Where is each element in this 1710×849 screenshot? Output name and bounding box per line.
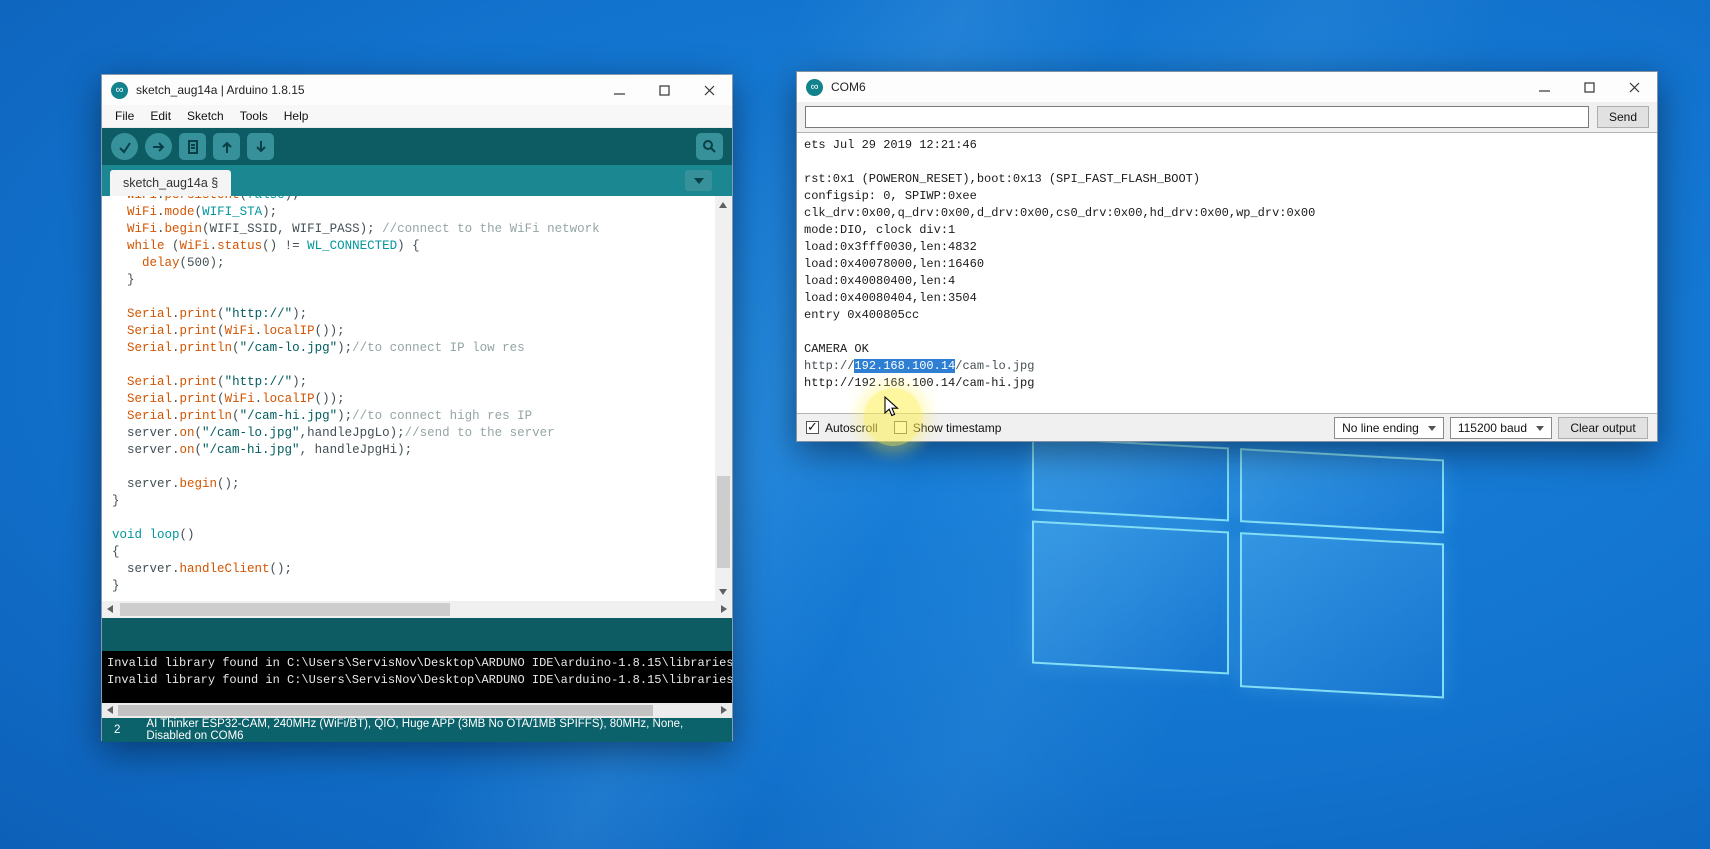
verify-button[interactable] [111,133,138,160]
menu-tools[interactable]: Tools [232,109,276,123]
arduino-window-title: sketch_aug14a | Arduino 1.8.15 [136,83,305,97]
serial-output[interactable]: ets Jul 29 2019 12:21:46 rst:0x1 (POWERO… [797,132,1657,414]
chevron-down-icon [694,178,704,184]
arduino-ide-window: ∞ sketch_aug14a | Arduino 1.8.15 File Ed… [101,74,733,741]
new-document-icon [186,140,200,154]
tab-menu-button[interactable] [685,170,712,191]
close-icon [1629,82,1640,93]
serial-monitor-magnifier-icon [702,139,717,154]
menu-file[interactable]: File [107,109,142,123]
console-header-band [102,618,732,651]
baud-rate-select[interactable]: 115200 baud [1450,417,1552,439]
vertical-scroll-thumb[interactable] [717,476,730,568]
serial-bottom-bar: Autoscroll Show timestamp No line ending… [797,414,1657,441]
scroll-left-icon[interactable] [107,706,113,714]
line-ending-select[interactable]: No line ending [1334,417,1444,439]
arduino-statusbar: 2 AI Thinker ESP32-CAM, 240MHz (WiFi/BT)… [102,718,732,742]
maximize-icon [659,85,670,96]
close-button[interactable] [687,75,732,105]
chevron-down-icon [1536,426,1544,431]
minimize-icon [1539,82,1550,93]
scroll-right-icon[interactable] [721,605,727,613]
menu-edit[interactable]: Edit [142,109,179,123]
minimize-button[interactable] [1522,72,1567,102]
serial-send-row: Send [797,102,1657,132]
serial-window-title: COM6 [831,80,866,94]
open-sketch-button[interactable] [213,133,240,160]
scroll-down-icon[interactable] [719,589,727,595]
cursor-arrow-icon [884,396,899,418]
windows-logo [1032,436,1444,711]
build-console: Invalid library found in C:\Users\Servis… [102,651,732,703]
menu-sketch[interactable]: Sketch [179,109,232,123]
serial-monitor-window: ∞ COM6 Send ets Jul 29 2019 12:21:46 rst… [796,71,1658,442]
show-timestamp-label: Show timestamp [913,421,1002,435]
arduino-app-icon: ∞ [111,82,128,99]
new-sketch-button[interactable] [179,133,206,160]
sketch-tab[interactable]: sketch_aug14a § [110,170,231,196]
close-icon [704,85,715,96]
serial-app-icon: ∞ [806,79,823,96]
serial-titlebar[interactable]: ∞ COM6 [797,72,1657,102]
scroll-right-icon[interactable] [721,706,727,714]
menu-help[interactable]: Help [276,109,317,123]
editor-horizontal-scrollbar[interactable] [102,601,732,618]
upload-arrow-icon [152,140,166,154]
code-text[interactable]: WiFi.persistent(false); WiFi.mode(WIFI_S… [102,196,715,601]
arduino-titlebar[interactable]: ∞ sketch_aug14a | Arduino 1.8.15 [102,75,732,105]
console-scrollbar[interactable] [102,703,732,718]
maximize-icon [1584,82,1595,93]
scroll-left-icon[interactable] [107,605,113,613]
chevron-down-icon [1428,426,1436,431]
line-ending-value: No line ending [1342,421,1419,435]
serial-input[interactable] [805,106,1589,128]
autoscroll-checkbox[interactable] [806,421,819,434]
maximize-button[interactable] [1567,72,1612,102]
baud-rate-value: 115200 baud [1458,421,1527,435]
upload-button[interactable] [145,133,172,160]
windows-logo-pane [1032,436,1229,521]
windows-logo-pane [1240,448,1444,533]
clear-output-button[interactable]: Clear output [1558,417,1648,439]
arduino-tabbar: sketch_aug14a § [102,165,732,196]
minimize-button[interactable] [597,75,642,105]
cursor-line-number: 2 [114,724,120,736]
code-editor[interactable]: WiFi.persistent(false); WiFi.mode(WIFI_S… [102,196,732,601]
open-up-arrow-icon [220,140,234,154]
scroll-up-icon[interactable] [719,202,727,208]
close-button[interactable] [1612,72,1657,102]
horizontal-scroll-thumb[interactable] [120,603,450,616]
editor-vertical-scrollbar[interactable] [715,196,732,601]
mouse-cursor [884,396,899,423]
arduino-menubar: File Edit Sketch Tools Help [102,105,732,128]
console-scroll-thumb[interactable] [118,705,653,716]
serial-monitor-button[interactable] [696,133,723,160]
send-button[interactable]: Send [1597,106,1649,128]
windows-logo-pane [1032,520,1229,674]
board-info: AI Thinker ESP32-CAM, 240MHz (WiFi/BT), … [146,718,720,742]
maximize-button[interactable] [642,75,687,105]
save-down-arrow-icon [254,140,268,154]
minimize-icon [614,85,625,96]
save-sketch-button[interactable] [247,133,274,160]
verify-check-icon [118,140,132,154]
arduino-toolbar [102,128,732,165]
windows-logo-pane [1240,532,1444,698]
